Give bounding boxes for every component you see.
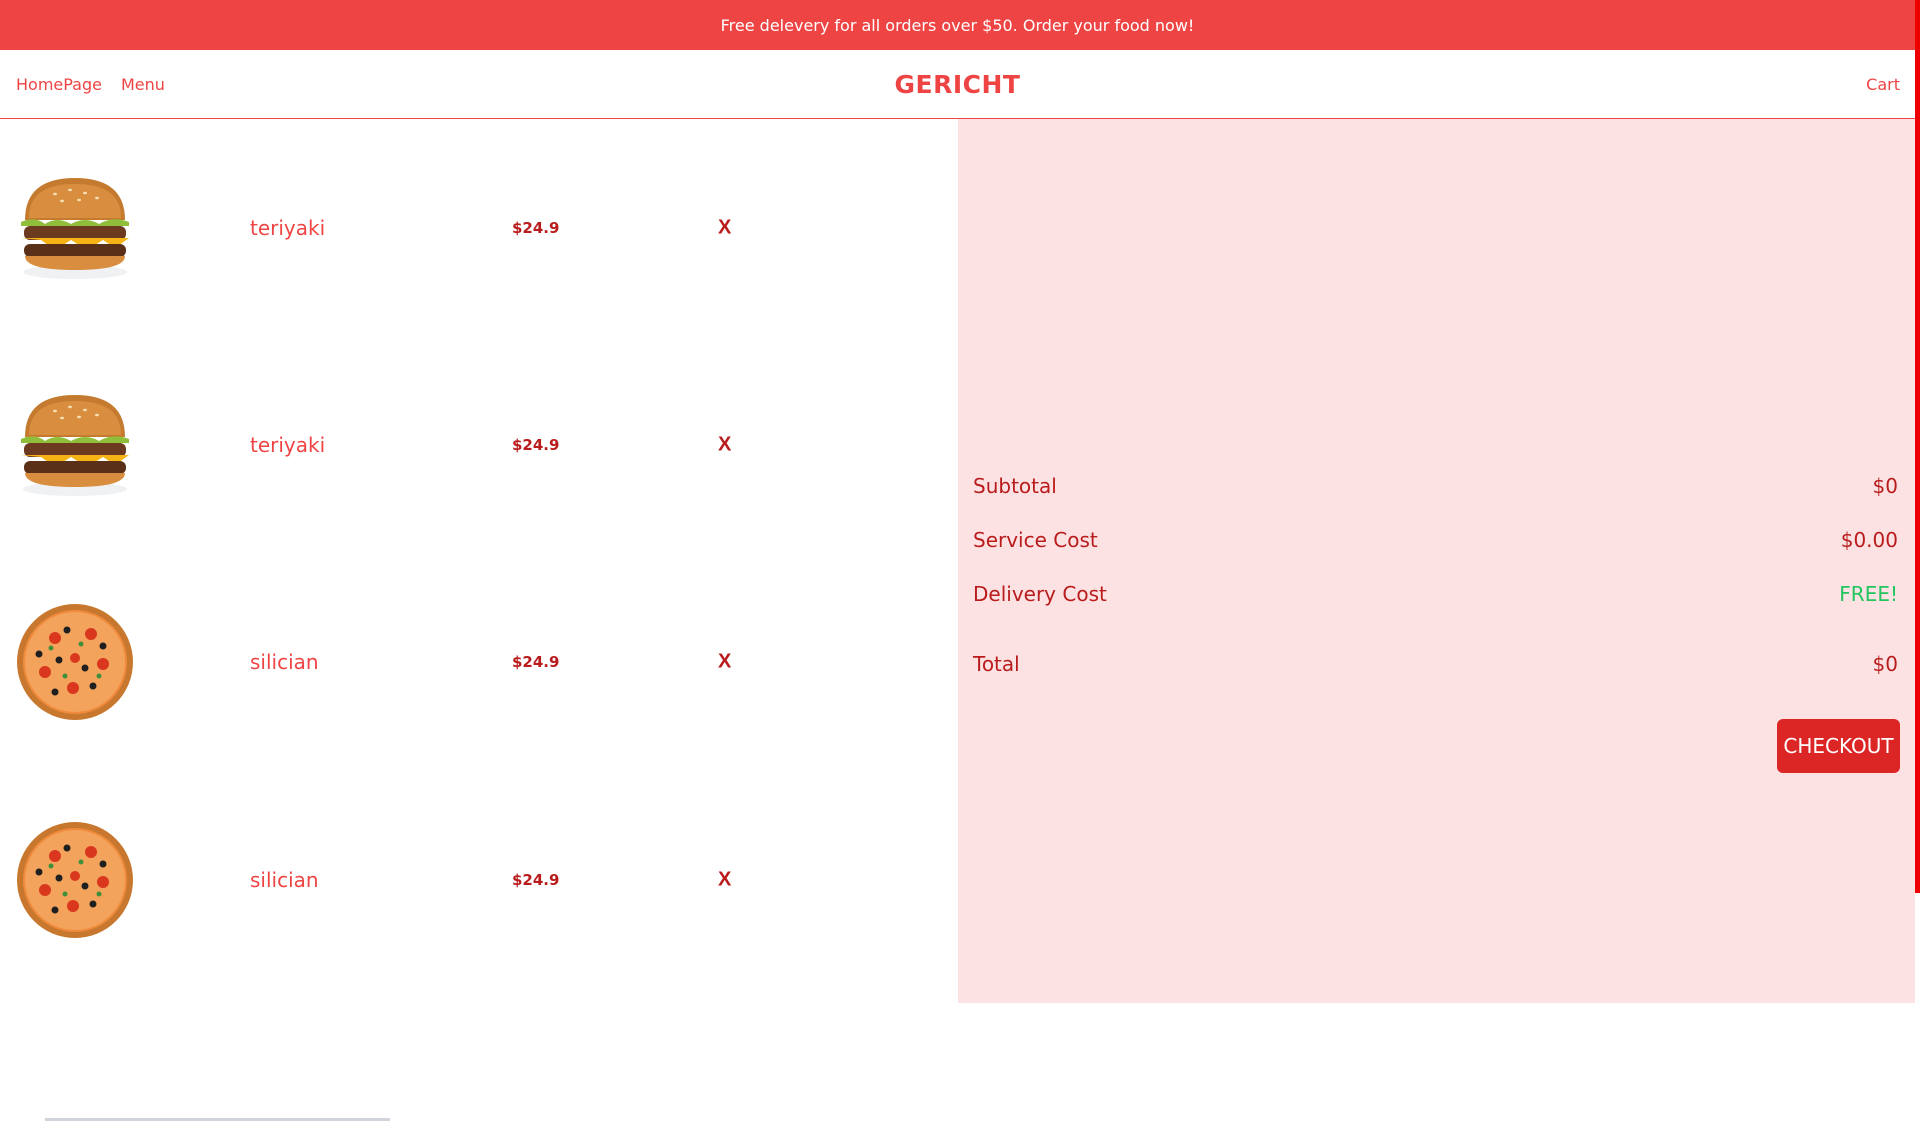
subtotal-value: $0 [1872,474,1898,498]
checkout-button[interactable]: CHECKOUT [1777,719,1900,773]
cart-item-list: teriyaki $24.9 X teriyaki $24.9 X silici… [0,119,958,1121]
vertical-scrollbar[interactable] [1915,0,1920,1003]
promo-banner: Free delevery for all orders over $50. O… [0,0,1915,50]
nav-link-cart[interactable]: Cart [1866,50,1900,118]
item-price: $24.9 [512,218,560,237]
item-price: $24.9 [512,870,560,889]
delivery-cost-row: Delivery Cost FREE! [973,582,1898,606]
cart-item: silician $24.9 X [0,553,958,770]
subtotal-label: Subtotal [973,474,1057,498]
pizza-image [17,821,133,938]
remove-item-button[interactable]: X [718,868,731,891]
pizza-image [17,603,133,720]
brand-logo: GERICHT [894,69,1021,99]
service-cost-label: Service Cost [973,528,1098,552]
remove-item-button[interactable]: X [718,216,731,239]
delivery-cost-label: Delivery Cost [973,582,1107,606]
promo-banner-text: Free delevery for all orders over $50. O… [720,15,1195,35]
nav-link-homepage[interactable]: HomePage [16,50,102,118]
item-name[interactable]: teriyaki [250,433,325,457]
item-name[interactable]: teriyaki [250,216,325,240]
delivery-cost-value: FREE! [1839,582,1898,606]
order-summary-panel: Subtotal $0 Service Cost $0.00 Delivery … [958,119,1915,1003]
navbar: GERICHT HomePage Menu Cart [0,50,1915,119]
service-cost-row: Service Cost $0.00 [973,528,1898,552]
burger-image [21,394,129,496]
scrollbar-thumb[interactable] [1915,0,1920,893]
total-row: Total $0 [973,652,1898,676]
remove-item-button[interactable]: X [718,650,731,673]
subtotal-row: Subtotal $0 [973,474,1898,498]
total-label: Total [973,652,1020,676]
burger-image [21,177,129,279]
item-name[interactable]: silician [250,650,319,674]
cart-item: teriyaki $24.9 X [0,336,958,553]
total-value: $0 [1872,652,1898,676]
remove-item-button[interactable]: X [718,433,731,456]
cart-item: teriyaki $24.9 X [0,119,958,336]
cart-item: silician $24.9 X [0,771,958,988]
item-name[interactable]: silician [250,868,319,892]
service-cost-value: $0.00 [1840,528,1898,552]
item-price: $24.9 [512,435,560,454]
item-price: $24.9 [512,652,560,671]
nav-link-menu[interactable]: Menu [121,50,165,118]
